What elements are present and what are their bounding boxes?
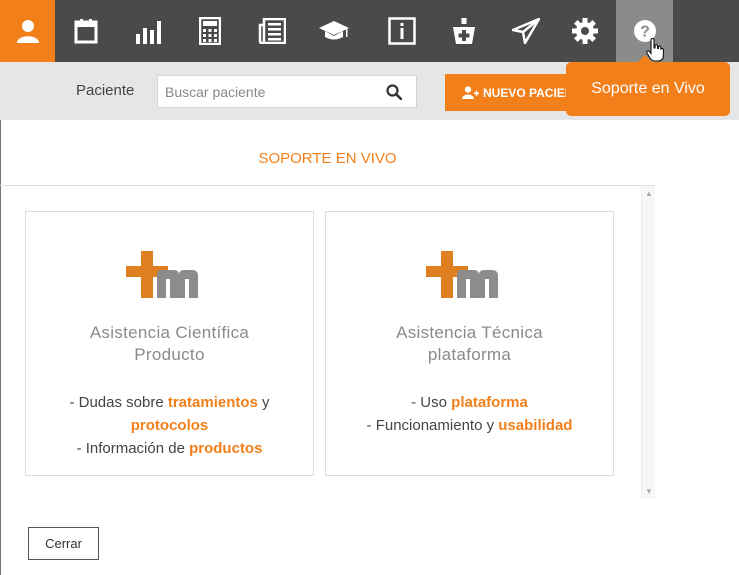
item-text: - Dudas sobre (69, 394, 168, 411)
hand-cursor-icon (646, 38, 664, 62)
add-user-icon (462, 86, 479, 99)
card-item: protocolos (26, 414, 313, 437)
brand-logo (426, 251, 498, 298)
card-item: - Información de productos (26, 437, 313, 460)
nav-shop[interactable] (433, 0, 495, 62)
card-items: - Dudas sobre tratamientos y protocolos … (26, 391, 313, 460)
card-title: Asistencia Técnica plataforma (326, 322, 613, 366)
card-title-line2: plataforma (427, 345, 512, 364)
nav-help[interactable]: ? (616, 0, 673, 62)
scroll-up-icon[interactable]: ▲ (645, 189, 653, 198)
bar-chart-icon (136, 21, 161, 44)
scientific-support-card[interactable]: Asistencia Científica Producto - Dudas s… (25, 211, 314, 476)
live-support-modal: SOPORTE EN VIVO ▲ ▼ Asistencia Científic… (0, 120, 739, 575)
modal-scrollbar[interactable]: ▲ ▼ (641, 186, 655, 499)
patient-search (157, 75, 417, 108)
nav-calculator[interactable] (179, 0, 241, 62)
nav-settings[interactable] (554, 0, 616, 62)
item-highlight: usabilidad (498, 417, 573, 434)
top-nav: ? (0, 0, 739, 62)
patient-label: Paciente (76, 82, 135, 99)
item-highlight: protocolos (130, 417, 209, 434)
item-text: - Uso (411, 394, 452, 411)
card-item: - Dudas sobre tratamientos y (26, 391, 313, 414)
calculator-icon (199, 17, 221, 45)
scroll-down-icon[interactable]: ▼ (645, 487, 653, 496)
help-tooltip: Soporte en Vivo (566, 55, 730, 116)
card-title: Asistencia Científica Producto (26, 322, 313, 366)
technical-support-card[interactable]: Asistencia Técnica plataforma - Uso plat… (325, 211, 614, 476)
brand-logo (126, 251, 198, 298)
nav-calendar[interactable] (55, 0, 117, 62)
nav-statistics[interactable] (117, 0, 179, 62)
card-title-line1: Asistencia Técnica (396, 323, 543, 342)
paper-plane-icon (512, 18, 540, 44)
info-icon (388, 17, 416, 45)
graduation-cap-icon (319, 21, 349, 40)
nav-profile[interactable] (0, 0, 55, 62)
item-text: y (257, 394, 270, 411)
calendar-icon (74, 19, 98, 44)
nav-messages[interactable] (495, 0, 557, 62)
card-item: - Uso plataforma (326, 391, 613, 414)
modal-left-border (0, 120, 1, 575)
card-items: - Uso plataforma - Funcionamiento y usab… (326, 391, 613, 437)
card-item: - Funcionamiento y usabilidad (326, 414, 613, 437)
item-text: - Funcionamiento y (366, 417, 499, 434)
medical-kit-icon (453, 18, 475, 44)
item-text: - Información de (76, 440, 190, 457)
item-highlight: productos (189, 440, 263, 457)
nav-news[interactable] (241, 0, 303, 62)
close-button[interactable]: Cerrar (28, 527, 99, 560)
item-highlight: plataforma (451, 394, 528, 411)
modal-title: SOPORTE EN VIVO (258, 150, 397, 167)
item-highlight: tratamientos (167, 394, 258, 411)
nav-info[interactable] (371, 0, 433, 62)
card-title-line2: Producto (134, 345, 205, 364)
search-input[interactable] (158, 76, 368, 107)
search-icon[interactable] (386, 84, 402, 100)
gear-icon (572, 18, 598, 44)
newspaper-icon (258, 18, 286, 44)
user-icon (16, 20, 39, 43)
card-title-line1: Asistencia Científica (89, 323, 250, 342)
nav-training[interactable] (303, 0, 365, 62)
modal-divider (0, 185, 655, 186)
